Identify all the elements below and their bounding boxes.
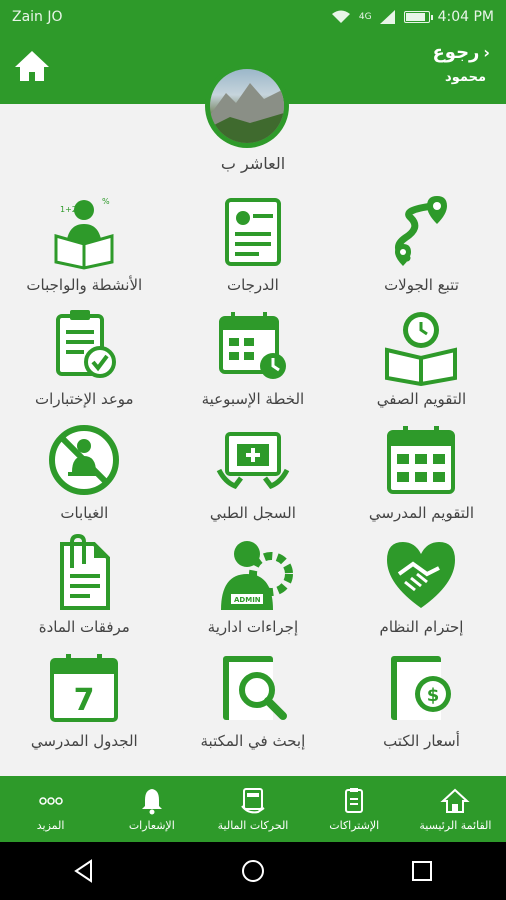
nav-payments[interactable]: الحركات المالية bbox=[202, 776, 303, 842]
certificate-icon bbox=[224, 198, 281, 266]
back-label: رجوع bbox=[432, 42, 480, 63]
battery-icon bbox=[403, 11, 433, 23]
nav-label: الإشعارات bbox=[128, 819, 175, 832]
tile-activities[interactable]: 1+2 % الأنشطة والواجبات bbox=[0, 192, 169, 306]
calendar-clock-icon bbox=[218, 312, 286, 379]
tile-label: إجراءات ادارية bbox=[207, 618, 299, 636]
calendar-grid-icon bbox=[387, 426, 456, 494]
bottom-nav: المزيد الإشعارات الحركات المالية الإشترا… bbox=[0, 776, 506, 842]
clock: 4:04 PM bbox=[437, 9, 494, 25]
status-bar: Zain JO 4G 4:04 PM bbox=[0, 0, 506, 36]
library-search-icon bbox=[222, 656, 287, 720]
tile-medical-record[interactable]: السجل الطبي bbox=[169, 420, 338, 534]
tile-grades[interactable]: الدرجات bbox=[169, 192, 338, 306]
tile-label: إبحث في المكتبة bbox=[200, 732, 306, 750]
tile-admin-procedures[interactable]: ADMIN إجراءات ادارية bbox=[169, 534, 338, 648]
tile-exam-dates[interactable]: موعد الإختبارات bbox=[0, 306, 169, 420]
signal-icon bbox=[379, 10, 395, 24]
tile-weekly-plan[interactable]: الخطة الإسبوعية bbox=[169, 306, 338, 420]
nav-label: الحركات المالية bbox=[217, 819, 289, 832]
student-reading-icon: 1+2 % bbox=[54, 197, 114, 270]
tile-label: أسعار الكتب bbox=[383, 732, 460, 750]
tile-school-schedule[interactable]: 7 الجدول المدرسي bbox=[0, 648, 169, 762]
absence-icon bbox=[49, 425, 120, 495]
avatar-image bbox=[210, 69, 284, 143]
admin-gear-icon: ADMIN bbox=[220, 541, 293, 610]
chevron-left-icon: ‹ bbox=[483, 43, 490, 62]
carrier-name: Zain JO bbox=[12, 9, 63, 25]
wifi-icon bbox=[331, 10, 350, 23]
book-price-icon: $ bbox=[391, 656, 452, 720]
tile-label: السجل الطبي bbox=[209, 504, 296, 522]
calendar-day-number: 7 bbox=[74, 683, 95, 718]
svg-text:1+2: 1+2 bbox=[60, 205, 77, 214]
recents-square-icon[interactable] bbox=[409, 858, 435, 884]
tile-label: موعد الإختبارات bbox=[35, 390, 134, 408]
tile-label: الدرجات bbox=[226, 276, 279, 294]
nav-main-menu[interactable]: القائمة الرئيسية bbox=[405, 776, 506, 842]
tile-label: إحترام النظام bbox=[379, 618, 464, 636]
tile-book-prices[interactable]: $ أسعار الكتب bbox=[337, 648, 506, 762]
tile-library-search[interactable]: إبحث في المكتبة bbox=[169, 648, 338, 762]
home-icon bbox=[15, 51, 49, 81]
tile-absences[interactable]: الغيابات bbox=[0, 420, 169, 534]
nav-label: القائمة الرئيسية bbox=[419, 819, 492, 832]
route-tracking-icon bbox=[395, 196, 448, 266]
tile-label: التقويم المدرسي bbox=[368, 504, 475, 522]
back-triangle-icon[interactable] bbox=[71, 858, 97, 884]
home-button[interactable] bbox=[12, 46, 52, 86]
tile-label: مرفقات المادة bbox=[38, 618, 130, 636]
profile-avatar[interactable] bbox=[205, 64, 289, 148]
user-name: محمود bbox=[445, 70, 486, 85]
svg-text:%: % bbox=[102, 197, 110, 206]
network-type: 4G bbox=[358, 12, 372, 22]
more-icon bbox=[38, 797, 63, 805]
tile-label: الغيابات bbox=[60, 504, 109, 522]
home-circle-icon[interactable] bbox=[240, 858, 266, 884]
tile-label: الخطة الإسبوعية bbox=[201, 390, 305, 408]
tile-school-calendar[interactable]: التقويم المدرسي bbox=[337, 420, 506, 534]
tile-respect-rules[interactable]: إحترام النظام bbox=[337, 534, 506, 648]
menu-grid: 1+2 % الأنشطة والواجبات الدرجات تتبع الج… bbox=[0, 192, 506, 762]
subscriptions-icon bbox=[345, 788, 364, 813]
class-name: العاشر ب bbox=[220, 154, 286, 173]
tile-label: تتبع الجولات bbox=[384, 276, 459, 294]
svg-text:$: $ bbox=[427, 685, 440, 706]
bell-icon bbox=[141, 789, 162, 815]
payments-icon bbox=[241, 788, 265, 814]
tile-label: الجدول المدرسي bbox=[30, 732, 138, 750]
home-icon bbox=[440, 788, 470, 813]
tile-attachments[interactable]: مرفقات المادة bbox=[0, 534, 169, 648]
handshake-heart-icon bbox=[387, 542, 456, 608]
nav-label: الإشتراكات bbox=[329, 819, 380, 832]
tile-class-calendar[interactable]: التقويم الصفي bbox=[337, 306, 506, 420]
tile-label: الأنشطة والواجبات bbox=[26, 276, 143, 294]
svg-text:ADMIN: ADMIN bbox=[234, 596, 261, 604]
nav-label: المزيد bbox=[36, 819, 65, 832]
nav-more[interactable]: المزيد bbox=[0, 776, 101, 842]
nav-notifications[interactable]: الإشعارات bbox=[101, 776, 202, 842]
back-button[interactable]: ‹ رجوع bbox=[432, 42, 490, 63]
calendar-seven-icon: 7 bbox=[50, 654, 119, 722]
nav-subscriptions[interactable]: الإشتراكات bbox=[304, 776, 405, 842]
tile-label: التقويم الصفي bbox=[376, 390, 467, 408]
book-clock-icon bbox=[385, 312, 458, 386]
attachment-icon bbox=[60, 534, 111, 610]
clipboard-check-icon bbox=[56, 310, 117, 378]
system-nav-bar bbox=[0, 842, 506, 900]
tile-route-tracking[interactable]: تتبع الجولات bbox=[337, 192, 506, 306]
medical-record-icon bbox=[216, 432, 290, 490]
